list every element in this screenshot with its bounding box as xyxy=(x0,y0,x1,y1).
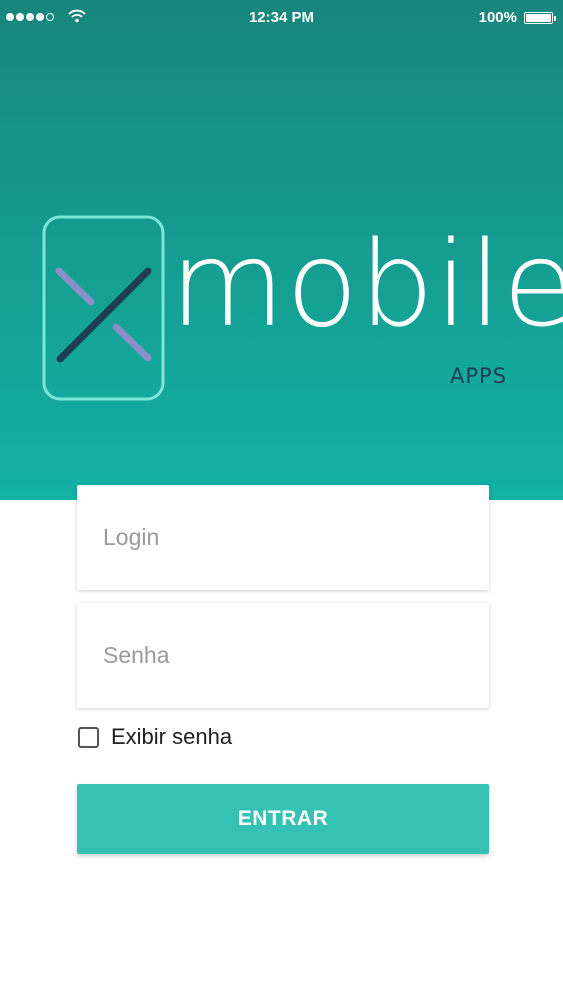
password-input[interactable] xyxy=(103,603,473,708)
login-submit-button[interactable]: ENTRAR xyxy=(77,784,489,854)
x-phone-logo-icon xyxy=(42,215,165,401)
show-password-label: Exibir senha xyxy=(111,724,233,749)
logo-tagline: APPS xyxy=(450,364,508,388)
show-password-toggle[interactable]: Exibir senha xyxy=(78,724,232,750)
password-card xyxy=(77,603,489,708)
status-bar: 12:34 PM 100% xyxy=(0,0,563,36)
battery-percent: 100% xyxy=(478,9,517,26)
login-card xyxy=(77,485,489,590)
show-password-checkbox[interactable] xyxy=(78,726,99,748)
logo-wordmark: mobile xyxy=(170,215,563,353)
xmobile-logo: mobile APPS xyxy=(40,214,563,404)
login-input[interactable] xyxy=(103,485,473,590)
battery-icon xyxy=(524,12,556,24)
